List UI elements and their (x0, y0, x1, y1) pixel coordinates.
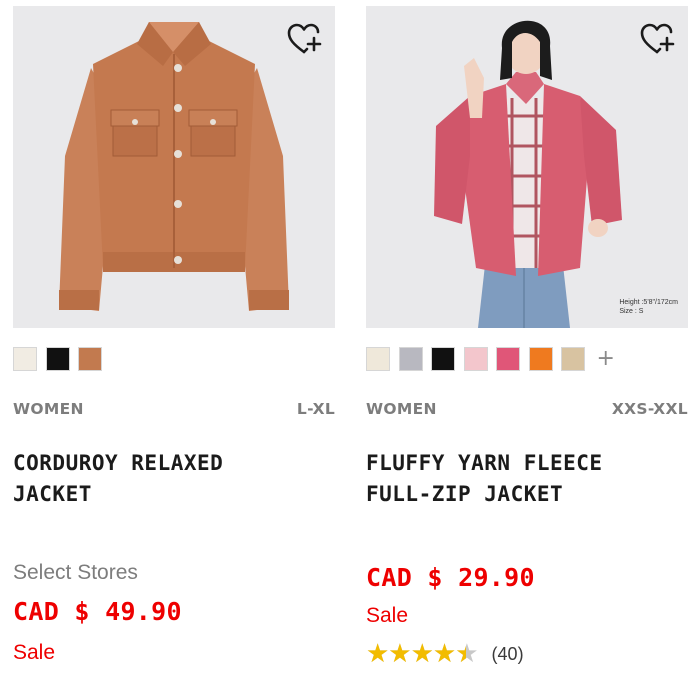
product-price: CAD $ 29.90 (366, 563, 535, 592)
review-count[interactable]: (40) (492, 644, 524, 665)
product-name[interactable]: FLUFFY YARN FLEECE FULL-ZIP JACKET (366, 448, 688, 510)
color-swatch-gray[interactable] (398, 347, 423, 371)
color-swatch-light-pink[interactable] (463, 347, 488, 371)
more-colors-plus-icon[interactable]: + (597, 347, 615, 371)
product-meta: WOMEN L-XL (13, 400, 335, 418)
color-swatch-pink[interactable] (496, 347, 520, 371)
product-meta: WOMEN XXS-XXL (366, 400, 688, 418)
product-price: CAD $ 49.90 (13, 597, 182, 626)
product-image-corduroy-jacket[interactable] (13, 6, 335, 328)
color-swatch-brown[interactable] (78, 347, 102, 371)
model-height: Height :5'8"/172cm (619, 299, 678, 306)
product-image-fleece-jacket[interactable]: Height :5'8"/172cm Size : S (366, 6, 688, 328)
product-name-line-2: FULL-ZIP JACKET (366, 482, 564, 506)
product-card-corduroy-jacket[interactable]: WOMEN L-XL CORDUROY RELAXED JACKET Selec… (13, 0, 335, 683)
color-swatch-offwhite[interactable] (13, 347, 37, 371)
color-swatch-list (13, 346, 111, 372)
size-range: L-XL (296, 400, 335, 418)
sale-label: Sale (366, 604, 409, 627)
star-icons: ★★★★★ ★★★★★ (366, 639, 479, 669)
color-swatch-black[interactable] (45, 347, 70, 371)
product-name[interactable]: CORDUROY RELAXED JACKET (13, 448, 335, 510)
heart-plus-icon[interactable] (287, 22, 323, 56)
color-swatch-cream[interactable] (366, 347, 390, 371)
availability-text: Select Stores (13, 561, 138, 584)
model-info: Height :5'8"/172cm Size : S (619, 298, 678, 316)
color-swatch-orange[interactable] (528, 347, 553, 371)
size-range: XXS-XXL (611, 400, 688, 418)
product-card-fleece-jacket[interactable]: Height :5'8"/172cm Size : S + WOMEN XXS-… (366, 0, 688, 683)
heart-plus-icon[interactable] (640, 22, 676, 56)
star-rating[interactable]: ★★★★★ ★★★★★ (40) (366, 640, 524, 668)
product-name-line-1: CORDUROY RELAXED (13, 451, 224, 475)
color-swatch-black[interactable] (431, 347, 455, 371)
gender-label: WOMEN (13, 400, 84, 418)
gender-label: WOMEN (366, 400, 437, 418)
sale-label: Sale (13, 641, 56, 664)
color-swatch-list: + (366, 346, 615, 372)
product-name-line-2: JACKET (13, 482, 92, 506)
model-size: Size : S (619, 308, 644, 315)
color-swatch-beige[interactable] (561, 347, 585, 371)
star-fill: ★★★★★ (366, 640, 466, 668)
product-name-line-1: FLUFFY YARN FLEECE (366, 451, 603, 475)
